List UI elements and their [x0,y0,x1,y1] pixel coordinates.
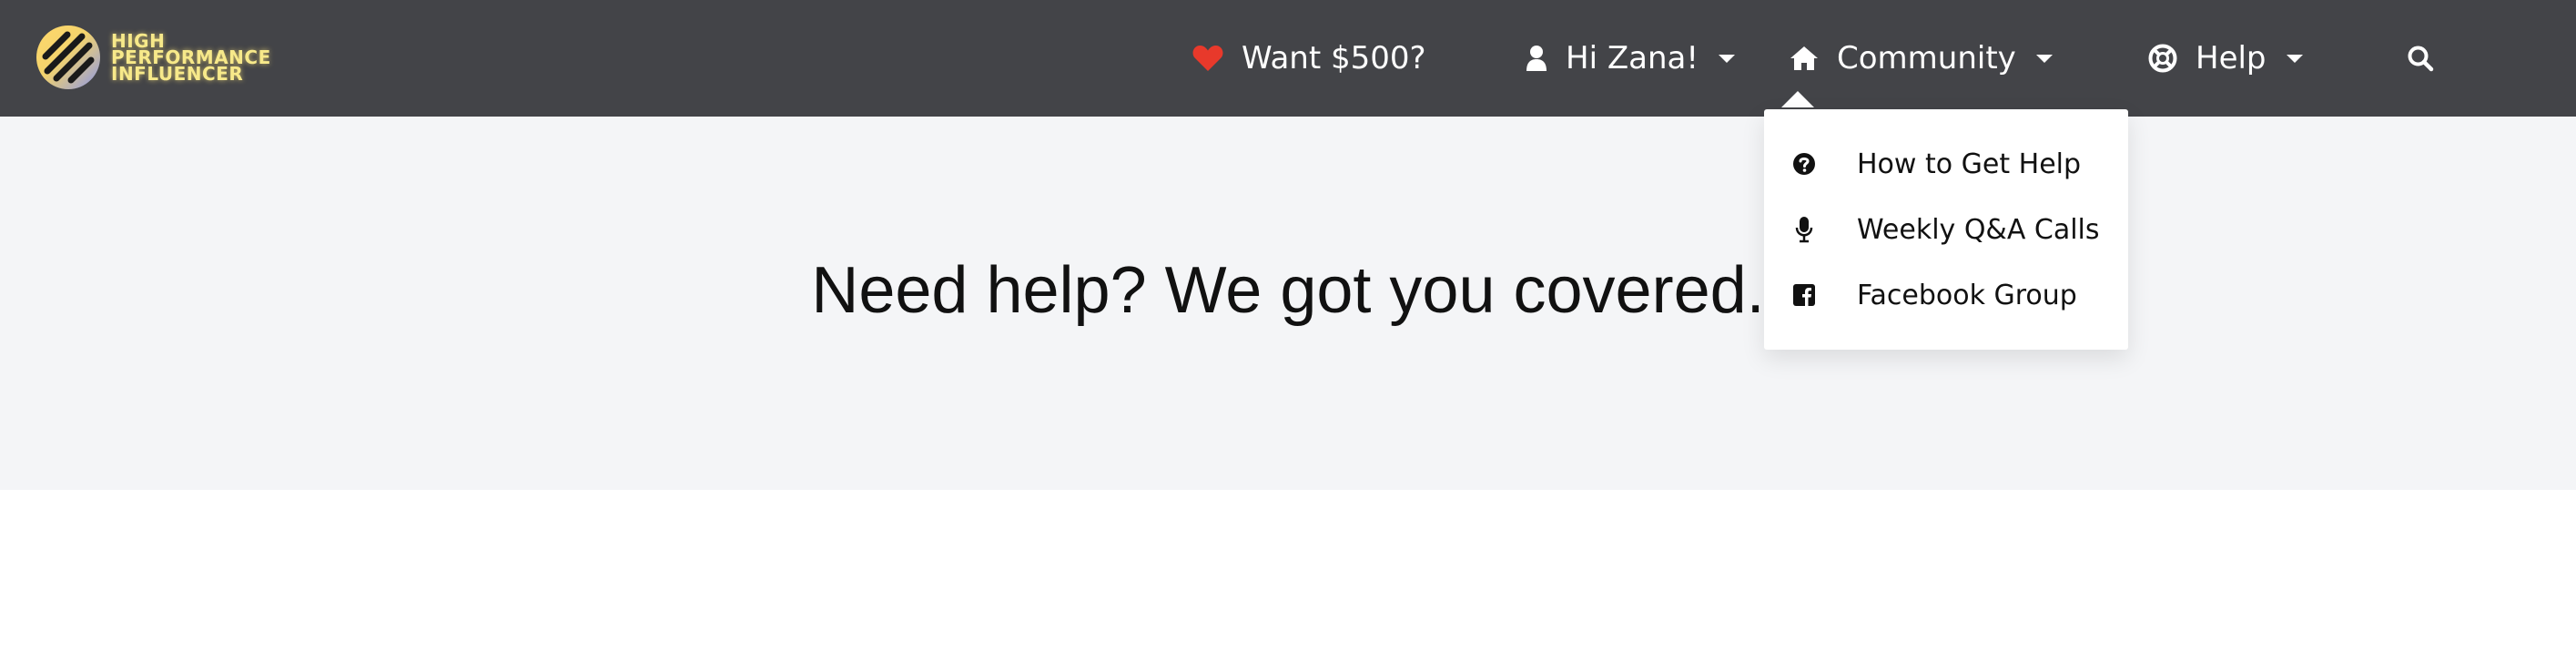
dropdown-item-label: How to Get Help [1857,148,2082,180]
home-icon [1790,46,1818,70]
user-icon [1526,46,1547,71]
nav-user-label: Hi Zana! [1566,40,1699,76]
dropdown-item-facebook-group[interactable]: Facebook Group [1764,262,2128,328]
dropdown-arrow [1781,91,1814,107]
help-hero-section: Need help? We got you covered. [0,117,2576,490]
nav-referral-link[interactable]: Want $500? [1192,0,1426,117]
chevron-down-icon [2286,54,2303,63]
nav-user-menu[interactable]: Hi Zana! [1526,0,1735,117]
dropdown-item-label: Facebook Group [1857,279,2077,311]
heart-icon [1192,46,1223,71]
nav-help-label: Help [2196,40,2267,76]
nav-community-menu[interactable]: Community [1790,0,2053,117]
logo-mark-icon [36,25,100,89]
dropdown-item-weekly-qa-calls[interactable]: Weekly Q&A Calls [1764,197,2128,262]
search-icon [2408,46,2434,72]
dropdown-item-how-to-get-help[interactable]: How to Get Help [1764,131,2128,197]
nav-help-menu[interactable]: Help [2148,0,2303,117]
microphone-icon [1791,216,1817,243]
page-title: Need help? We got you covered. [811,254,1765,327]
brand-logo[interactable]: HIGH PERFORMANCE INFLUENCER [36,25,271,89]
lifebuoy-icon [2148,44,2177,73]
nav-referral-label: Want $500? [1242,40,1426,76]
top-navbar: HIGH PERFORMANCE INFLUENCER Want $500? H… [0,0,2576,117]
chevron-down-icon [1718,54,1735,63]
nav-community-label: Community [1837,40,2016,76]
nav-search-button[interactable] [2407,0,2434,117]
chevron-down-icon [2035,54,2053,63]
dropdown-item-label: Weekly Q&A Calls [1857,213,2100,246]
facebook-square-icon [1791,284,1817,306]
logo-wordmark: HIGH PERFORMANCE INFLUENCER [111,32,271,83]
question-circle-icon [1791,152,1817,176]
